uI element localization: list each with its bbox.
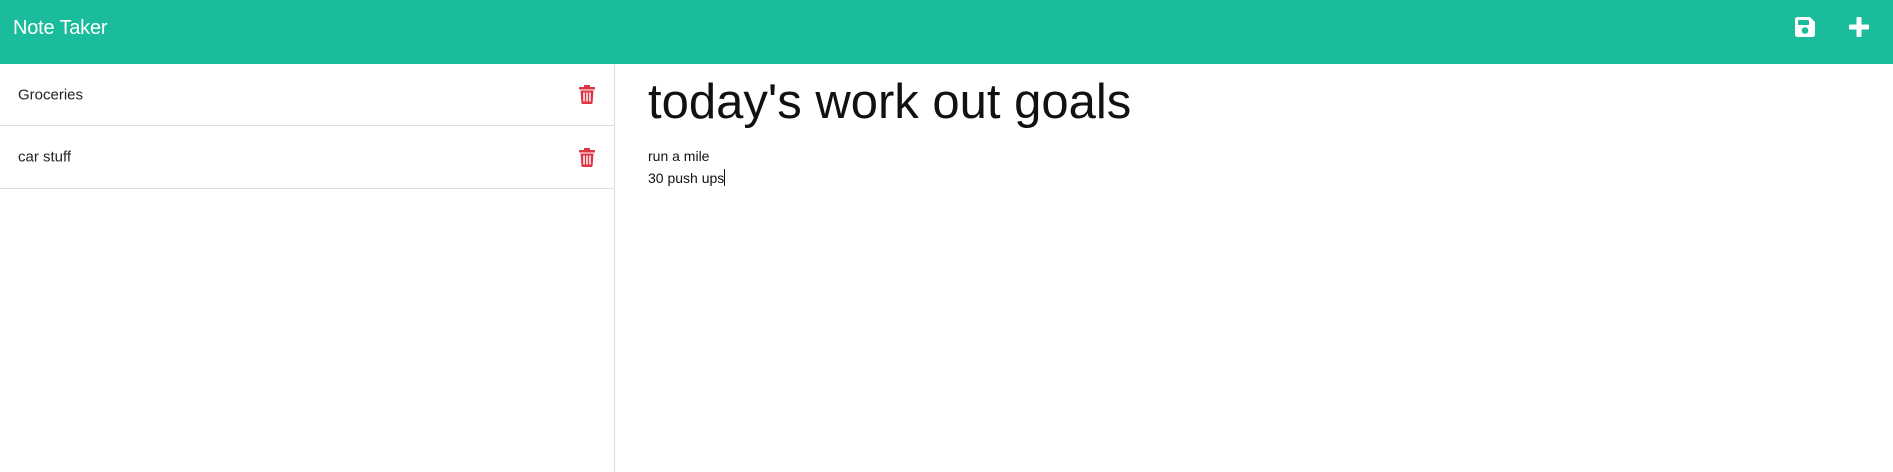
note-body-line: run a mile xyxy=(648,148,710,164)
new-note-button[interactable] xyxy=(1844,14,1874,44)
list-item[interactable]: Groceries xyxy=(0,64,614,126)
notes-sidebar: Groceries car stuff xyxy=(0,64,615,472)
note-title-input[interactable]: today's work out goals xyxy=(648,72,1848,132)
save-note-button[interactable] xyxy=(1790,14,1820,44)
trash-icon[interactable] xyxy=(579,147,595,167)
note-item-title[interactable]: Groceries xyxy=(18,86,83,103)
note-body-textarea[interactable]: run a mile 30 push ups xyxy=(648,145,1848,189)
notes-list: Groceries car stuff xyxy=(0,64,614,189)
navbar: Note Taker xyxy=(0,0,1893,64)
trash-icon[interactable] xyxy=(579,85,595,105)
note-editor: today's work out goals run a mile 30 pus… xyxy=(616,64,1893,472)
note-body-line-text: 30 push ups xyxy=(648,170,725,186)
floppy-disk-icon xyxy=(1793,15,1817,44)
list-item[interactable]: car stuff xyxy=(0,126,614,189)
note-body-line: 30 push ups xyxy=(648,167,1848,189)
text-cursor xyxy=(724,169,726,186)
note-item-title[interactable]: car stuff xyxy=(18,149,71,166)
plus-icon xyxy=(1848,16,1870,43)
app-title[interactable]: Note Taker xyxy=(13,15,108,41)
